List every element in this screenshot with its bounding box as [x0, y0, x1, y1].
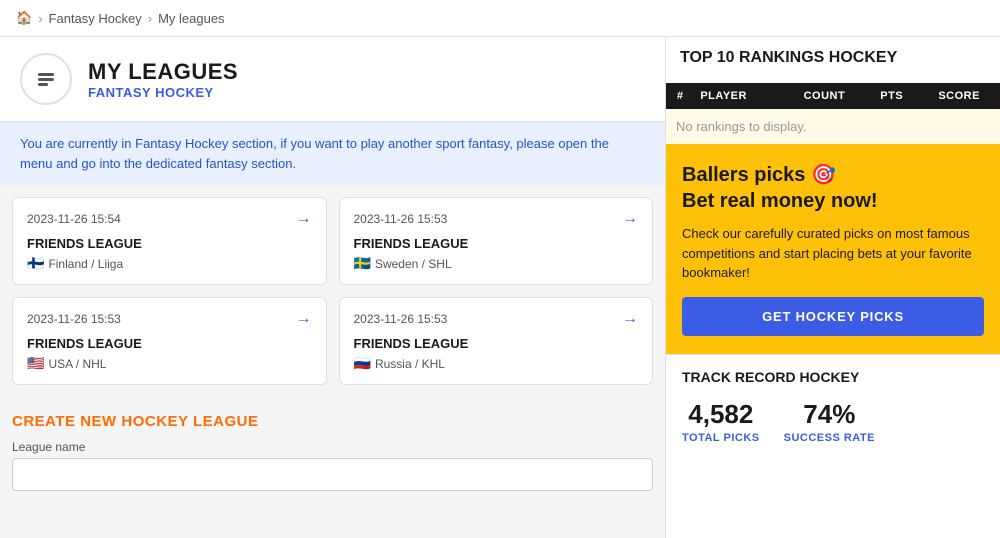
league-date-4: 2023-11-26 15:53 [354, 312, 448, 326]
track-record-title: TRACK RECORD HOCKEY [682, 369, 984, 385]
no-rankings-message: No rankings to display. [666, 109, 1000, 144]
flag-icon-4: 🇷🇺 [354, 355, 371, 372]
league-date-1: 2023-11-26 15:54 [27, 212, 121, 226]
league-name-input[interactable] [12, 458, 653, 491]
league-country-3: 🇺🇸 USA / NHL [27, 355, 312, 372]
arrow-icon-4: → [622, 310, 638, 328]
get-hockey-picks-button[interactable]: GET HOCKEY PICKS [682, 297, 984, 336]
no-rankings-row: No rankings to display. [666, 109, 1000, 144]
league-date-2: 2023-11-26 15:53 [354, 212, 448, 226]
page-title-group: MY LEAGUES FANTASY HOCKEY [88, 59, 238, 100]
col-player: PLAYER [694, 83, 783, 109]
league-card-1[interactable]: 2023-11-26 15:54 → FRIENDS LEAGUE 🇫🇮 Fin… [12, 197, 327, 285]
league-name-4: FRIENDS LEAGUE [354, 336, 639, 351]
col-pts: PTS [865, 83, 918, 109]
promo-description: Check our carefully curated picks on mos… [682, 224, 984, 283]
leagues-grid: 2023-11-26 15:54 → FRIENDS LEAGUE 🇫🇮 Fin… [0, 185, 665, 397]
league-country-2: 🇸🇪 Sweden / SHL [354, 255, 639, 272]
flag-icon-1: 🇫🇮 [27, 255, 44, 272]
league-name-3: FRIENDS LEAGUE [27, 336, 312, 351]
rankings-header: TOP 10 RANKINGS HOCKEY [666, 37, 1000, 83]
track-stats: 4,582 TOTAL PICKS 74% SUCCESS RATE [682, 399, 984, 444]
arrow-icon-3: → [296, 310, 312, 328]
info-banner: You are currently in Fantasy Hockey sect… [0, 122, 665, 185]
breadcrumb-my-leagues[interactable]: My leagues [158, 11, 224, 26]
league-name-2: FRIENDS LEAGUE [354, 236, 639, 251]
col-hash: # [666, 83, 694, 109]
total-picks-value: 4,582 [682, 399, 760, 430]
total-picks-label: TOTAL PICKS [682, 432, 760, 444]
breadcrumb: 🏠 › Fantasy Hockey › My leagues [0, 0, 1000, 37]
league-card-3[interactable]: 2023-11-26 15:53 → FRIENDS LEAGUE 🇺🇸 USA… [12, 297, 327, 385]
league-name-label: League name [12, 440, 653, 454]
page-header: MY LEAGUES FANTASY HOCKEY [0, 37, 665, 122]
league-country-1: 🇫🇮 Finland / Liiga [27, 255, 312, 272]
arrow-icon-2: → [622, 210, 638, 228]
page-title: MY LEAGUES [88, 59, 238, 85]
promo-title: Ballers picks 🎯 Bet real money now! [682, 162, 984, 214]
arrow-icon-1: → [296, 210, 312, 228]
page-subtitle: FANTASY HOCKEY [88, 85, 238, 100]
total-picks-stat: 4,582 TOTAL PICKS [682, 399, 760, 444]
rankings-title: TOP 10 RANKINGS HOCKEY [680, 49, 986, 67]
success-rate-label: SUCCESS RATE [784, 432, 875, 444]
home-icon[interactable]: 🏠 [16, 10, 32, 26]
flag-icon-2: 🇸🇪 [354, 255, 371, 272]
track-record-section: TRACK RECORD HOCKEY 4,582 TOTAL PICKS 74… [666, 354, 1000, 458]
league-card-4[interactable]: 2023-11-26 15:53 → FRIENDS LEAGUE 🇷🇺 Rus… [339, 297, 654, 385]
league-card-2[interactable]: 2023-11-26 15:53 → FRIENDS LEAGUE 🇸🇪 Swe… [339, 197, 654, 285]
create-league-title: CREATE NEW HOCKEY LEAGUE [12, 413, 653, 430]
flag-icon-3: 🇺🇸 [27, 355, 44, 372]
league-date-3: 2023-11-26 15:53 [27, 312, 121, 326]
promo-banner: Ballers picks 🎯 Bet real money now! Chec… [666, 144, 1000, 354]
page-icon [20, 53, 72, 105]
col-score: SCORE [918, 83, 1000, 109]
rankings-table: # PLAYER COUNT PTS SCORE No rankings to … [666, 83, 1000, 144]
league-name-1: FRIENDS LEAGUE [27, 236, 312, 251]
league-country-4: 🇷🇺 Russia / KHL [354, 355, 639, 372]
col-count: COUNT [784, 83, 866, 109]
success-rate-stat: 74% SUCCESS RATE [784, 399, 875, 444]
success-rate-value: 74% [784, 399, 875, 430]
left-panel: MY LEAGUES FANTASY HOCKEY You are curren… [0, 37, 665, 538]
right-panel: TOP 10 RANKINGS HOCKEY # PLAYER COUNT PT… [665, 37, 1000, 538]
breadcrumb-fantasy-hockey[interactable]: Fantasy Hockey [49, 11, 142, 26]
create-league-section: CREATE NEW HOCKEY LEAGUE League name [0, 397, 665, 507]
